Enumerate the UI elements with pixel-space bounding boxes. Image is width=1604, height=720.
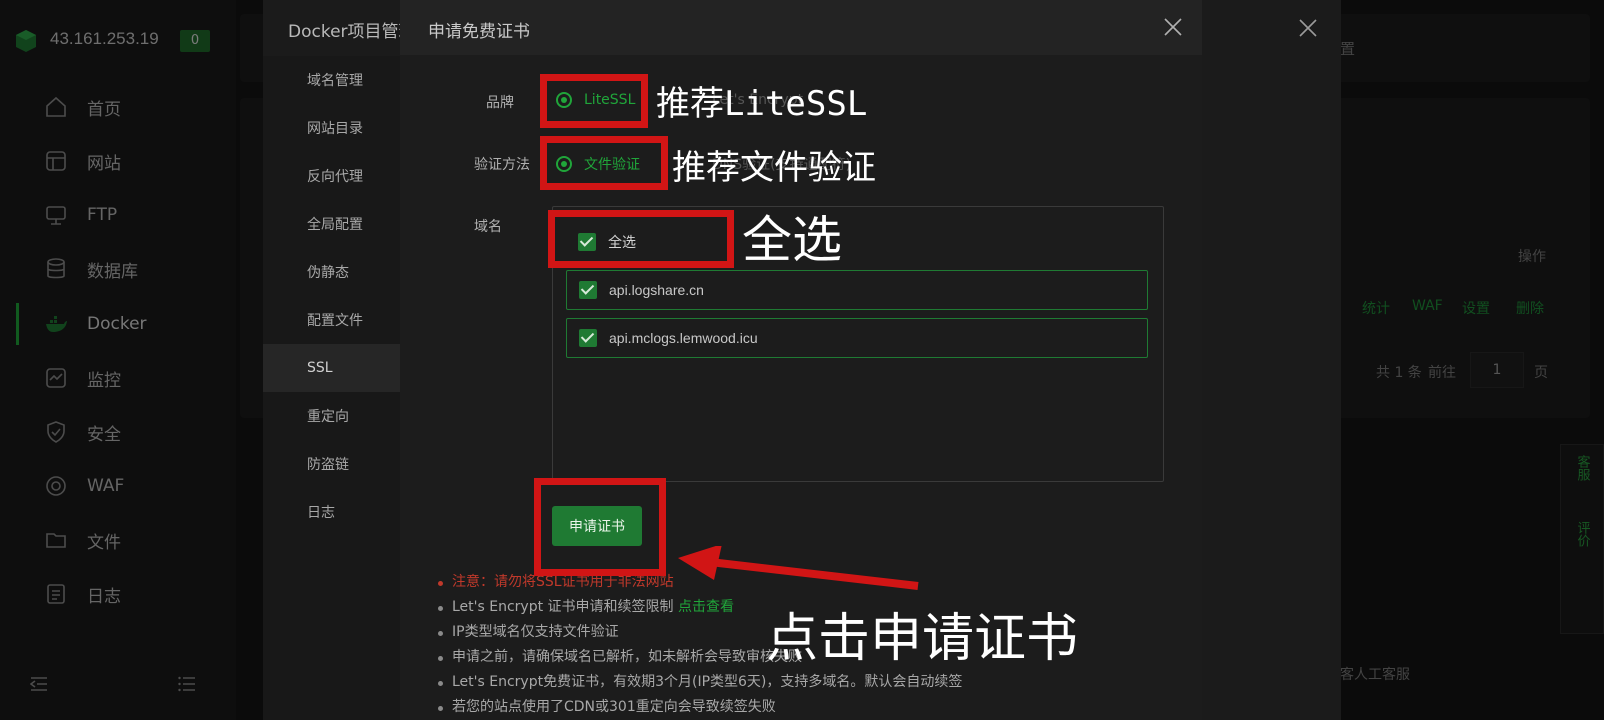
docker-panel-title: Docker项目管理 [288, 22, 416, 42]
menu-item-site-dir[interactable]: 网站目录 [263, 104, 401, 152]
docker-sub-menu: 域名管理 网站目录 反向代理 全局配置 伪静态 配置文件 SSL 重定向 防盗链… [263, 56, 401, 720]
menu-item-redirect[interactable]: 重定向 [263, 392, 401, 440]
note-item: 若您的站点使用了CDN或301重定向会导致续签失败 [438, 695, 962, 720]
menu-item-config-file[interactable]: 配置文件 [263, 296, 401, 344]
menu-item-log[interactable]: 日志 [263, 488, 401, 536]
annotation-box-select-all [548, 210, 734, 268]
menu-item-rewrite[interactable]: 伪静态 [263, 248, 401, 296]
annotation-box-verify [540, 136, 668, 190]
domain-checkbox-row[interactable]: api.mclogs.lemwood.icu [566, 318, 1148, 358]
close-icon[interactable] [1297, 17, 1319, 39]
brand-label: 品牌 [486, 95, 514, 111]
annotation-apply-text: 点击申请证书 [766, 609, 1079, 669]
annotation-brand-text: 推荐LiteSSL [656, 84, 868, 124]
annotation-box-apply [534, 478, 666, 576]
checkbox-checked[interactable] [579, 281, 597, 299]
menu-item-global-config[interactable]: 全局配置 [263, 200, 401, 248]
menu-item-ssl[interactable]: SSL [263, 344, 401, 392]
modal-header: 申请免费证书 [400, 0, 1202, 55]
note-item: Let's Encrypt免费证书，有效期3个月(IP类型6天)，支持多域名。默… [438, 670, 962, 695]
checkbox-checked[interactable] [579, 329, 597, 347]
domain-label: 域名 [474, 219, 502, 235]
domain-checkbox-row[interactable]: api.logshare.cn [566, 270, 1148, 310]
annotation-box-brand [540, 74, 648, 128]
menu-item-hotlink[interactable]: 防盗链 [263, 440, 401, 488]
menu-item-reverse-proxy[interactable]: 反向代理 [263, 152, 401, 200]
close-icon[interactable] [1162, 16, 1184, 38]
menu-item-domain[interactable]: 域名管理 [263, 56, 401, 104]
modal-title: 申请免费证书 [428, 22, 530, 42]
verify-method-label: 验证方法 [474, 157, 530, 173]
annotation-verify-text: 推荐文件验证 [672, 148, 876, 188]
annotation-select-all-text: 全选 [742, 211, 842, 269]
